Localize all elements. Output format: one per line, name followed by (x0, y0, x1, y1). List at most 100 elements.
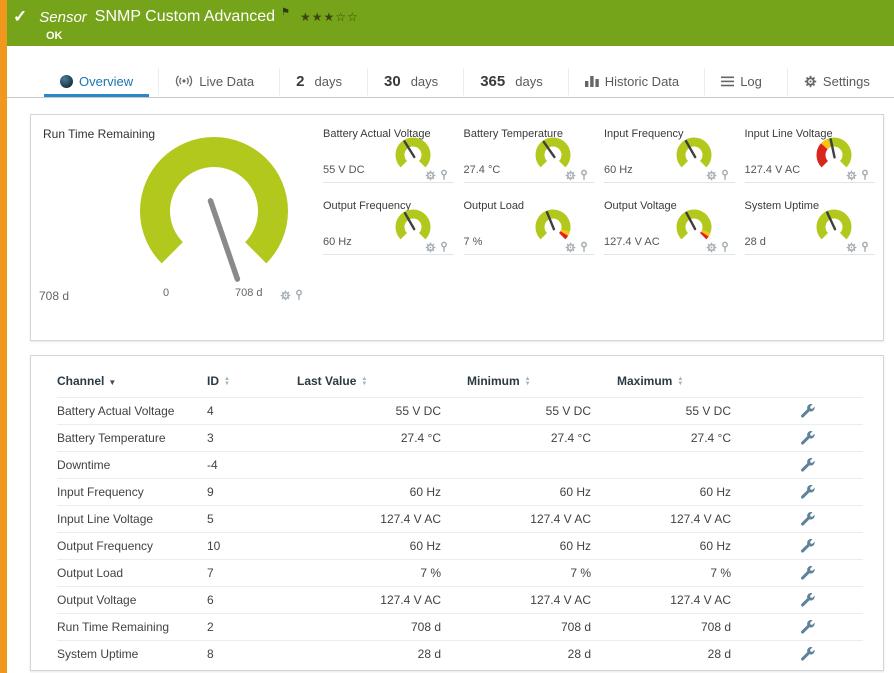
tab-365-days[interactable]: 365 days (463, 68, 559, 97)
pin-icon[interactable] (721, 169, 729, 181)
gear-icon[interactable] (846, 242, 857, 253)
gauge-cell: Output Frequency 60 Hz (323, 199, 454, 255)
cell-minimum: 7 % (570, 565, 591, 580)
cell-id: 5 (207, 511, 214, 526)
cell-id: 9 (207, 484, 214, 499)
cell-channel: Input Line Voltage (57, 511, 154, 526)
col-header-id[interactable]: ID ▲ ▼ (207, 374, 297, 388)
cell-minimum: 708 d (560, 619, 591, 634)
cell-tools (757, 458, 863, 472)
pin-icon[interactable] (721, 241, 729, 253)
priority-flag-icon[interactable]: ⚑ (281, 7, 290, 18)
log-list-icon (721, 76, 735, 87)
pin-icon[interactable] (440, 241, 448, 253)
gear-icon[interactable] (565, 170, 576, 181)
top-status-bar: ✓ Sensor SNMP Custom Advanced ⚑ ★★★☆☆ OK (0, 0, 894, 46)
gear-icon[interactable] (280, 290, 291, 301)
channel-settings-wrench-icon[interactable] (801, 512, 815, 526)
cell-maximum: 7 % (710, 565, 731, 580)
channel-settings-wrench-icon[interactable] (801, 485, 815, 499)
sort-icon[interactable]: ▲ ▼ (224, 376, 230, 387)
status-accent-strip (0, 0, 7, 673)
status-check-icon: ✓ (13, 7, 28, 26)
gear-icon[interactable] (706, 170, 717, 181)
cell-last-value: 55 V DC (395, 403, 441, 418)
sort-icon[interactable]: ▲ ▼ (361, 376, 367, 387)
tab-historic-data[interactable]: Historic Data (567, 68, 695, 97)
gauge-tools (280, 289, 303, 301)
tab-number: 30 (384, 72, 401, 90)
tab-label: Historic Data (604, 73, 680, 89)
pin-icon[interactable] (295, 289, 303, 301)
col-header-minimum[interactable]: Minimum ▲ ▼ (467, 374, 617, 388)
gear-icon[interactable] (425, 242, 436, 253)
gauge-value: 60 Hz (604, 164, 633, 176)
cell-last-value: 7 % (420, 565, 441, 580)
pin-icon[interactable] (861, 241, 869, 253)
sort-icon[interactable]: ▲ ▼ (677, 376, 683, 387)
col-header-maximum[interactable]: Maximum ▲ ▼ (617, 374, 757, 388)
tab-30-days[interactable]: 30 days (367, 68, 454, 97)
gauge-value: 127.4 V AC (744, 164, 801, 176)
table-row: Output Frequency 10 60 Hz 60 Hz 60 Hz (57, 532, 863, 559)
channel-settings-wrench-icon[interactable] (801, 404, 815, 418)
main-gauge[interactable] (109, 119, 319, 287)
cell-minimum: 28 d (567, 646, 591, 661)
tab-log[interactable]: Log (704, 68, 778, 97)
cell-id: 3 (207, 430, 214, 445)
gauge-cell: Output Voltage 127.4 V AC (604, 199, 735, 255)
gear-icon (804, 75, 817, 88)
pin-icon[interactable] (580, 169, 588, 181)
channel-settings-wrench-icon[interactable] (801, 566, 815, 580)
tab-live-data[interactable]: Live Data (158, 68, 270, 97)
tab-overview[interactable]: Overview (44, 68, 150, 97)
gauge-value: 60 Hz (323, 236, 352, 248)
tab-2-days[interactable]: 2 days (279, 68, 358, 97)
table-header-row: Channel ▼ ID ▲ ▼ Last Value ▲ ▼ Minimum ▲ ▼ Max… (57, 370, 863, 397)
cell-minimum: 127.4 V AC (530, 511, 591, 526)
cell-maximum: 127.4 V AC (670, 592, 731, 607)
cell-last-value: 708 d (410, 619, 441, 634)
gear-icon[interactable] (706, 242, 717, 253)
col-header-last-value[interactable]: Last Value ▲ ▼ (297, 374, 467, 388)
cell-minimum: 60 Hz (559, 484, 591, 499)
sensor-title: SNMP Custom Advanced (94, 8, 276, 25)
tab-settings[interactable]: Settings (786, 68, 886, 97)
channel-settings-wrench-icon[interactable] (801, 647, 815, 661)
channel-settings-wrench-icon[interactable] (801, 458, 815, 472)
sort-desc-icon[interactable]: ▼ (108, 378, 116, 387)
gear-icon[interactable] (846, 170, 857, 181)
gauge-cell: Input Line Voltage 127.4 V AC (744, 127, 875, 183)
priority-stars[interactable]: ★★★☆☆ (300, 10, 359, 24)
cell-maximum: 27.4 °C (690, 430, 731, 445)
gauge-cell: Output Load 7 % (463, 199, 594, 255)
cell-tools (757, 512, 863, 526)
table-row: Input Line Voltage 5 127.4 V AC 127.4 V … (57, 505, 863, 532)
pin-icon[interactable] (440, 169, 448, 181)
channel-settings-wrench-icon[interactable] (801, 620, 815, 634)
sensor-status-badge: OK (46, 30, 63, 42)
live-data-icon (175, 75, 193, 87)
gear-icon[interactable] (425, 170, 436, 181)
gauge-cell: System Uptime 28 d (744, 199, 875, 255)
tab-number: 365 (480, 72, 506, 90)
table-row: System Uptime 8 28 d 28 d 28 d (57, 640, 863, 667)
gauge-value: 55 V DC (323, 164, 365, 176)
cell-channel: Output Voltage (57, 592, 137, 607)
pin-icon[interactable] (861, 169, 869, 181)
col-header-channel[interactable]: Channel ▼ (57, 374, 207, 388)
channel-settings-wrench-icon[interactable] (801, 539, 815, 553)
pin-icon[interactable] (580, 241, 588, 253)
sort-icon[interactable]: ▲ ▼ (525, 376, 531, 387)
cell-id: 6 (207, 592, 214, 607)
gauge-tools (565, 169, 588, 181)
gauge-value: 28 d (744, 236, 766, 248)
cell-channel: Run Time Remaining (57, 619, 170, 634)
tab-label: days (314, 73, 342, 89)
channel-settings-wrench-icon[interactable] (801, 431, 815, 445)
gauge-value: 127.4 V AC (604, 236, 660, 248)
cell-last-value: 127.4 V AC (380, 592, 441, 607)
gear-icon[interactable] (565, 242, 576, 253)
cell-channel: Downtime (57, 457, 111, 472)
channel-settings-wrench-icon[interactable] (801, 593, 815, 607)
